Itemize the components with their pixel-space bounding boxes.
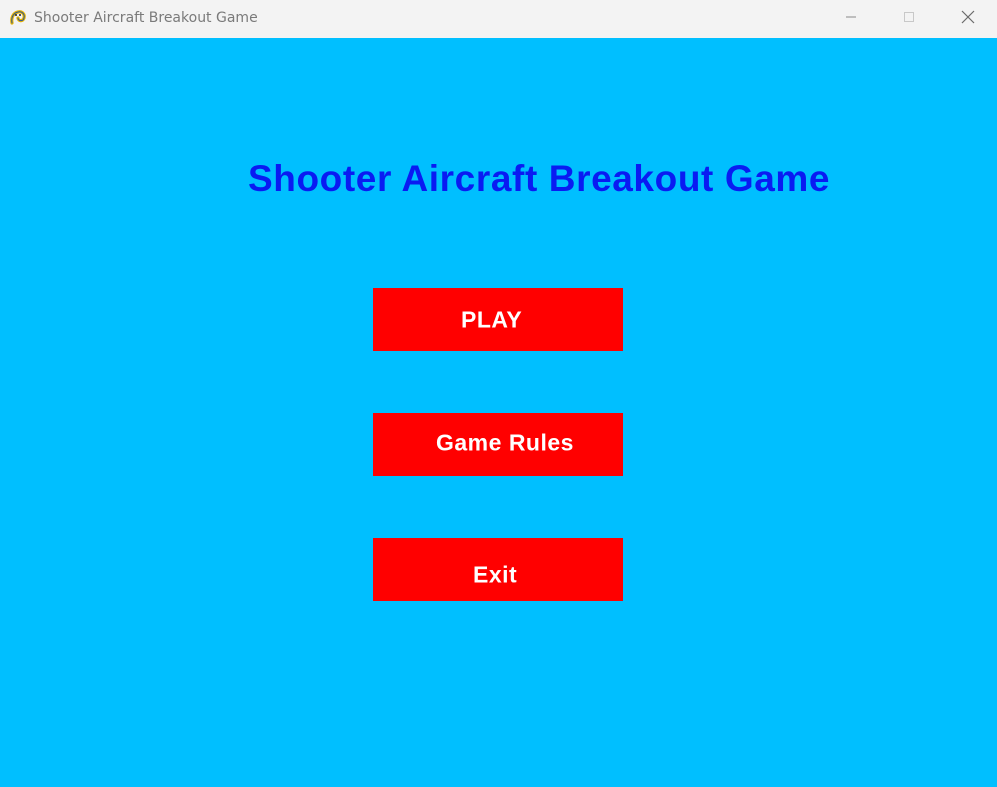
- app-window: Shooter Aircraft Breakout Game Shooter A…: [0, 0, 997, 787]
- game-title: Shooter Aircraft Breakout Game: [248, 158, 831, 199]
- close-button[interactable]: [939, 0, 997, 38]
- play-button-label: PLAY: [461, 306, 523, 332]
- minimize-button[interactable]: [822, 0, 880, 38]
- game-rules-button[interactable]: Game Rules: [373, 413, 623, 476]
- maximize-button[interactable]: [880, 0, 938, 38]
- title-bar[interactable]: Shooter Aircraft Breakout Game: [0, 0, 997, 38]
- game-rules-button-label: Game Rules: [436, 429, 574, 456]
- maximize-icon: [903, 10, 915, 28]
- exit-button[interactable]: Exit: [373, 538, 623, 601]
- exit-button-label: Exit: [473, 561, 518, 588]
- play-button[interactable]: PLAY: [373, 288, 623, 351]
- game-canvas[interactable]: Shooter Aircraft Breakout Game PLAY Game…: [0, 38, 997, 787]
- pygame-snake-icon: [9, 9, 27, 27]
- minimize-icon: [845, 10, 857, 28]
- close-icon: [961, 10, 975, 29]
- window-title: Shooter Aircraft Breakout Game: [34, 10, 258, 26]
